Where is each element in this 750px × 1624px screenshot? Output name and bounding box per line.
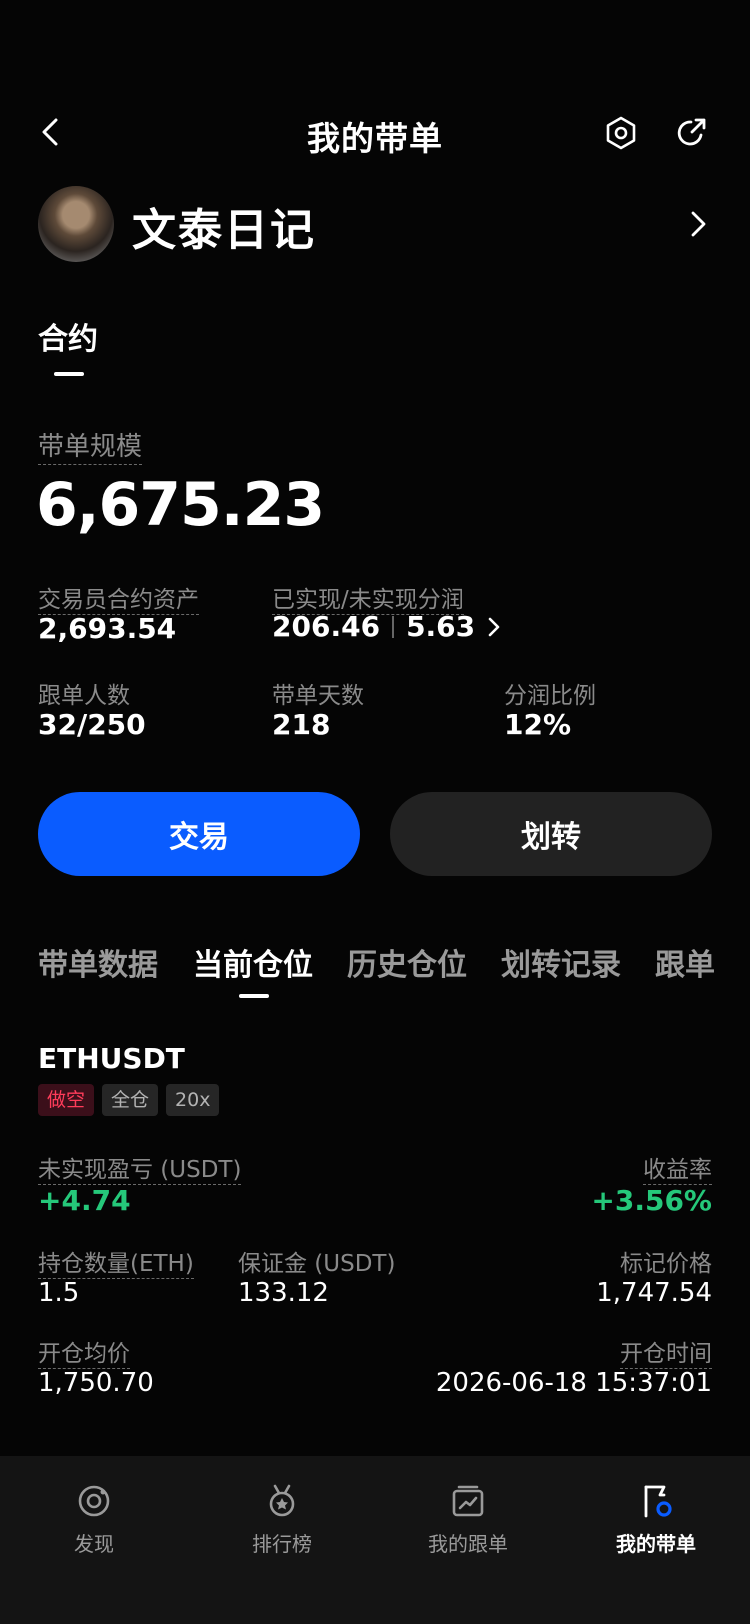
open-time-value: 2026-06-18 15:37:01: [435, 1368, 712, 1398]
position-badges: 做空 全仓 20x: [38, 1084, 220, 1116]
short-badge: 做空: [38, 1084, 95, 1116]
entry-price-label: 开仓均价: [38, 1341, 130, 1369]
chevron-right-icon[interactable]: [678, 204, 718, 244]
cross-margin-badge: 全仓: [102, 1084, 159, 1116]
realized-share-value: 206.46: [272, 610, 381, 643]
flag-badge-icon: [644, 1485, 672, 1518]
nav-my-lead[interactable]: 我的带单: [586, 1482, 726, 1557]
entry-price-value: 1,750.70: [38, 1368, 154, 1398]
nav-leaderboard[interactable]: 排行榜: [212, 1482, 352, 1557]
chart-card-icon: [452, 1485, 484, 1517]
tab-followers[interactable]: 跟单: [655, 940, 715, 984]
unrealized-pnl-value: +4.74: [38, 1184, 131, 1217]
trade-button[interactable]: 交易: [38, 792, 360, 876]
bottom-nav: 发现 排行榜 我的跟单 我的带单: [0, 1456, 750, 1624]
roi-label: 收益率: [643, 1157, 712, 1185]
share-ratio-label: 分润比例: [504, 683, 596, 709]
trader-name: 文泰日记: [132, 205, 316, 256]
avatar: [38, 186, 114, 262]
share-ratio-value: 12%: [504, 708, 572, 741]
tab-history-positions[interactable]: 历史仓位: [347, 940, 467, 984]
position-qty-label: 持仓数量(ETH): [38, 1251, 194, 1279]
tab-contract[interactable]: 合约: [38, 314, 98, 358]
trader-assets-value: 2,693.54: [38, 612, 177, 645]
hexagon-settings-icon[interactable]: [602, 114, 640, 152]
roi-value: +3.56%: [591, 1184, 712, 1217]
days-value: 218: [272, 708, 331, 741]
nav-my-copy-label: 我的跟单: [428, 1532, 508, 1556]
nav-my-copy[interactable]: 我的跟单: [398, 1482, 538, 1557]
mark-price-value: 1,747.54: [596, 1278, 712, 1308]
tab-transfer-records[interactable]: 划转记录: [501, 940, 621, 984]
nav-discover[interactable]: 发现: [24, 1482, 164, 1557]
followers-value: 32/250: [38, 708, 146, 741]
medal-icon: [269, 1484, 295, 1517]
tab-indicator: [239, 994, 269, 998]
unrealized-pnl-label: 未实现盈亏 (USDT): [38, 1157, 242, 1185]
share-icon[interactable]: [672, 114, 710, 152]
trader-assets-label: 交易员合约资产: [38, 587, 199, 615]
tab-copy-data[interactable]: 带单数据: [38, 940, 158, 984]
nav-discover-label: 发现: [74, 1532, 114, 1556]
mark-price-label: 标记价格: [620, 1251, 712, 1277]
followers-label: 跟单人数: [38, 683, 130, 709]
margin-value: 133.12: [238, 1278, 329, 1308]
unrealized-share-value: 5.63: [406, 610, 476, 643]
days-label: 带单天数: [272, 683, 364, 709]
tab-current-positions[interactable]: 当前仓位: [193, 940, 313, 984]
position-symbol: ETHUSDT: [38, 1042, 185, 1075]
tab-indicator: [54, 372, 84, 376]
discover-icon: [78, 1485, 110, 1517]
chevron-right-icon[interactable]: [485, 614, 503, 640]
scale-value: 6,675.23: [36, 470, 325, 540]
leverage-badge: 20x: [166, 1084, 220, 1116]
trader-profile[interactable]: 文泰日记: [38, 186, 718, 262]
top-bar: 我的带单: [0, 100, 750, 166]
position-tabs: 带单数据 当前仓位 历史仓位 划转记录 跟单: [38, 940, 750, 1000]
position-qty-value: 1.5: [38, 1278, 80, 1308]
nav-my-lead-label: 我的带单: [616, 1532, 696, 1556]
margin-label: 保证金 (USDT): [238, 1251, 396, 1277]
nav-leaderboard-label: 排行榜: [252, 1532, 312, 1556]
scale-label: 带单规模: [38, 426, 143, 465]
transfer-button[interactable]: 划转: [390, 792, 712, 876]
open-time-label: 开仓时间: [620, 1341, 712, 1369]
pnl-share-row[interactable]: 206.46 5.63: [272, 610, 503, 643]
divider: [392, 615, 395, 638]
